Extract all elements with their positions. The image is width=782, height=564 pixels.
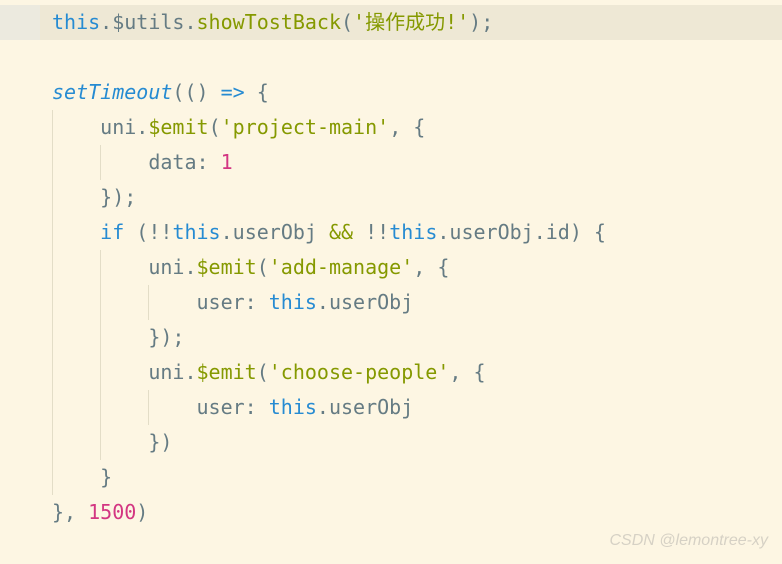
code-line: uni.$emit('choose-people', { — [0, 355, 782, 390]
punct: ( — [257, 255, 269, 279]
function-call: $emit — [197, 255, 257, 279]
property: .userObj.id) { — [437, 220, 606, 244]
punct: , { — [413, 255, 449, 279]
punct: }); — [148, 325, 184, 349]
keyword-if: if — [100, 220, 124, 244]
string: 'add-manage' — [269, 255, 414, 279]
string: 'choose-people' — [269, 360, 450, 384]
punct: }); — [100, 185, 136, 209]
code-line: } — [0, 460, 782, 495]
arrow: => — [221, 80, 245, 104]
punct: !! — [353, 220, 389, 244]
code-line: if (!!this.userObj && !!this.userObj.id)… — [0, 215, 782, 250]
object: uni. — [148, 255, 196, 279]
punct: ( — [257, 360, 269, 384]
code-line: data: 1 — [0, 145, 782, 180]
function-call: showTostBack — [197, 10, 342, 34]
key: user: — [197, 395, 269, 419]
watermark: CSDN @lemontree-xy — [610, 523, 769, 558]
punct: , { — [449, 360, 485, 384]
punct: , { — [389, 115, 425, 139]
string: '操作成功!' — [353, 10, 469, 34]
property: .userObj — [317, 395, 413, 419]
keyword-this: this — [269, 290, 317, 314]
function-call: $emit — [148, 115, 208, 139]
code-line: uni.$emit('add-manage', { — [0, 250, 782, 285]
punct: (!! — [124, 220, 172, 244]
key: data: — [148, 150, 220, 174]
code-line — [0, 40, 782, 75]
code-line: uni.$emit('project-main', { — [0, 110, 782, 145]
punct: ) — [136, 500, 148, 524]
code-line: user: this.userObj — [0, 285, 782, 320]
punct: }, — [52, 500, 88, 524]
code-line: }); — [0, 320, 782, 355]
keyword-this: this — [172, 220, 220, 244]
object: uni. — [148, 360, 196, 384]
property: .$utils. — [100, 10, 196, 34]
number: 1 — [221, 150, 233, 174]
punct: ); — [469, 10, 493, 34]
number: 1500 — [88, 500, 136, 524]
function-settimeout: setTimeout — [52, 80, 172, 104]
punct: } — [100, 465, 112, 489]
keyword-this: this — [52, 10, 100, 34]
punct: ( — [209, 115, 221, 139]
code-line: }) — [0, 425, 782, 460]
property: .userObj — [221, 220, 329, 244]
code-line: }); — [0, 180, 782, 215]
punct: ( — [341, 10, 353, 34]
property: .userObj — [317, 290, 413, 314]
punct: (() — [172, 80, 220, 104]
keyword-this: this — [389, 220, 437, 244]
object: uni. — [100, 115, 148, 139]
function-call: $emit — [197, 360, 257, 384]
code-line: user: this.userObj — [0, 390, 782, 425]
punct: { — [245, 80, 269, 104]
operator: && — [329, 220, 353, 244]
string: 'project-main' — [221, 115, 390, 139]
key: user: — [197, 290, 269, 314]
keyword-this: this — [269, 395, 317, 419]
code-line: this.$utils.showTostBack('操作成功!'); — [0, 5, 782, 40]
code-line: setTimeout(() => { — [0, 75, 782, 110]
punct: }) — [148, 430, 172, 454]
code-editor: this.$utils.showTostBack('操作成功!'); setTi… — [0, 0, 782, 530]
